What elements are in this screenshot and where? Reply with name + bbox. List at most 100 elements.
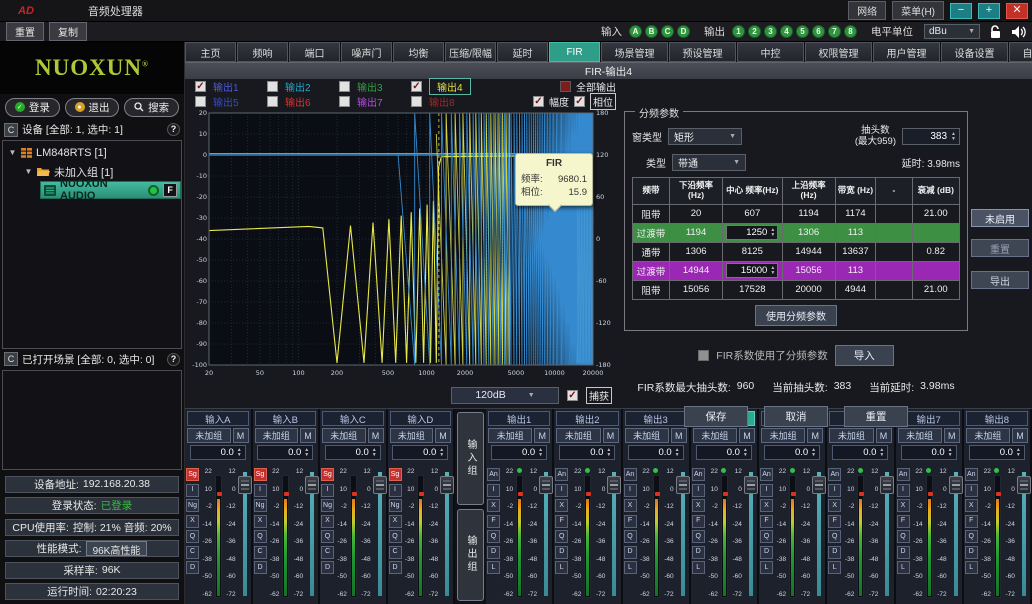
dsp-an-button[interactable]: An [760, 468, 773, 481]
channel-title[interactable]: 输入B [255, 411, 317, 426]
mute-button[interactable]: M [603, 428, 619, 443]
channel-group-button[interactable]: 未加组 [255, 428, 299, 443]
dsp-x-button[interactable]: X [624, 499, 637, 512]
dsp-x-button[interactable]: X [389, 515, 402, 528]
fader[interactable] [1017, 468, 1029, 602]
dsp-q-button[interactable]: Q [760, 530, 773, 543]
dsp-q-button[interactable]: Q [897, 530, 910, 543]
fir-coef-checkbox[interactable] [698, 350, 709, 361]
channel-title[interactable]: 输出1 [488, 411, 550, 426]
range-select[interactable]: 120dB▼ [451, 387, 559, 404]
dsp-x-button[interactable]: X [254, 515, 267, 528]
dsp-c-button[interactable]: C [321, 546, 334, 559]
channel-title[interactable]: 输入A [187, 411, 249, 426]
dsp-i-button[interactable]: I [487, 484, 500, 497]
output-toggle-label[interactable]: 输出8 [429, 94, 455, 109]
dsp-d-button[interactable]: D [487, 546, 500, 559]
dsp-an-button[interactable]: An [487, 468, 500, 481]
output-group-button[interactable]: 输出组 [457, 509, 484, 602]
output-toggle-checkbox[interactable] [411, 96, 422, 107]
fader-handle[interactable] [373, 476, 387, 494]
dsp-q-button[interactable]: Q [555, 530, 568, 543]
dsp-ng-button[interactable]: Ng [186, 499, 199, 512]
channel-group-button[interactable]: 未加组 [187, 428, 231, 443]
fader[interactable] [305, 468, 317, 602]
login-button[interactable]: ✓ 登录 [5, 98, 60, 117]
dsp-l-button[interactable]: L [760, 561, 773, 574]
channel-group-button[interactable]: 未加组 [625, 428, 669, 443]
dsp-i-button[interactable]: I [186, 484, 199, 497]
dsp-d-button[interactable]: D [624, 546, 637, 559]
mute-button[interactable]: M [807, 428, 823, 443]
dsp-q-button[interactable]: Q [254, 530, 267, 543]
channel-group-button[interactable]: 未加组 [966, 428, 1010, 443]
gain-spinner[interactable]: 0.0▲▼ [628, 445, 684, 460]
dsp-x-button[interactable]: X [555, 499, 568, 512]
gain-spinner[interactable]: 0.0▲▼ [969, 445, 1025, 460]
fir-side-button[interactable]: 未启用 [971, 209, 1029, 227]
dsp-an-button[interactable]: An [828, 468, 841, 481]
network-button[interactable]: 网络 [848, 1, 886, 20]
dsp-d-button[interactable]: D [760, 546, 773, 559]
channel-group-button[interactable]: 未加组 [488, 428, 532, 443]
gain-spinner[interactable]: 0.0▲▼ [325, 445, 381, 460]
crossover-action-button[interactable]: 取消 [764, 406, 828, 427]
copy-button[interactable]: 复制 [49, 22, 87, 41]
fir-side-button[interactable]: 导出 [971, 271, 1029, 289]
capture-checkbox[interactable]: ✓ [567, 390, 578, 401]
fader[interactable] [238, 468, 250, 602]
fader[interactable] [676, 468, 688, 602]
dsp-f-button[interactable]: F [965, 515, 978, 528]
mute-button[interactable]: M [876, 428, 892, 443]
device-collapse-button[interactable]: C [4, 123, 18, 137]
maximize-button[interactable]: + [978, 3, 1000, 19]
gain-spinner[interactable]: 0.0▲▼ [832, 445, 888, 460]
dsp-x-button[interactable]: X [760, 499, 773, 512]
output-toggle-label[interactable]: 输出4 [429, 78, 471, 95]
performance-mode-button[interactable]: 96K高性能 [86, 541, 148, 556]
dsp-q-button[interactable]: Q [321, 530, 334, 543]
scene-collapse-button[interactable]: C [4, 352, 18, 366]
dsp-sg-button[interactable]: Sg [389, 468, 402, 481]
dsp-i-button[interactable]: I [760, 484, 773, 497]
channel-title[interactable]: 输出2 [556, 411, 618, 426]
logout-button[interactable]: ● 退出 [65, 98, 120, 117]
main-tab[interactable]: 频响 [237, 42, 288, 62]
window-type-select[interactable]: 矩形▼ [668, 128, 742, 145]
fader[interactable] [440, 468, 452, 602]
fader-handle[interactable] [949, 476, 963, 494]
channel-group-button[interactable]: 未加组 [322, 428, 366, 443]
dsp-f-button[interactable]: F [555, 515, 568, 528]
dsp-f-button[interactable]: F [828, 515, 841, 528]
crossover-action-button[interactable]: 保存 [684, 406, 748, 427]
dsp-c-button[interactable]: C [389, 546, 402, 559]
mute-button[interactable]: M [435, 428, 451, 443]
menu-button[interactable]: 菜单(H) [892, 1, 944, 20]
main-tab[interactable]: 压缩/限幅 [445, 42, 496, 62]
dsp-c-button[interactable]: C [254, 546, 267, 559]
fir-chart[interactable]: 20100-10-20-30-40-50-60-70-80-90-1001801… [185, 109, 618, 383]
dsp-d-button[interactable]: D [254, 561, 267, 574]
input-group-button[interactable]: 输入组 [457, 412, 484, 505]
dsp-ng-button[interactable]: Ng [254, 499, 267, 512]
dsp-i-button[interactable]: I [828, 484, 841, 497]
gain-spinner[interactable]: 0.0▲▼ [901, 445, 957, 460]
dsp-q-button[interactable]: Q [389, 530, 402, 543]
dsp-i-button[interactable]: I [965, 484, 978, 497]
mute-button[interactable]: M [233, 428, 249, 443]
channel-group-button[interactable]: 未加组 [898, 428, 942, 443]
dsp-f-button[interactable]: F [692, 515, 705, 528]
mute-button[interactable]: M [300, 428, 316, 443]
dsp-x-button[interactable]: X [186, 515, 199, 528]
gain-spinner[interactable]: 0.0▲▼ [491, 445, 547, 460]
fader[interactable] [539, 468, 551, 602]
output-toggle-checkbox[interactable] [267, 81, 278, 92]
management-tab[interactable]: 权限管理 [805, 42, 872, 62]
dsp-sg-button[interactable]: Sg [321, 468, 334, 481]
output-toggle-label[interactable]: 输出7 [357, 94, 383, 109]
close-button[interactable]: ✕ [1006, 3, 1028, 19]
output-toggle-label[interactable]: 输出3 [357, 79, 383, 94]
channel-group-button[interactable]: 未加组 [390, 428, 434, 443]
dsp-d-button[interactable]: D [965, 546, 978, 559]
minimize-button[interactable]: − [950, 3, 972, 19]
